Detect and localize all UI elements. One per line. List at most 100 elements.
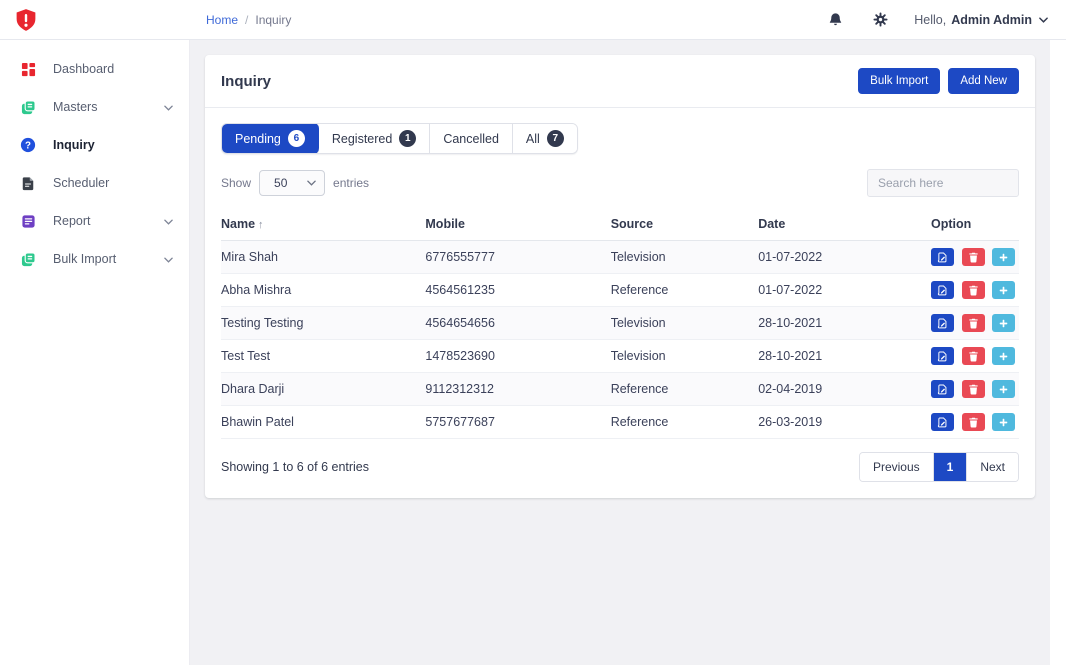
- delete-button[interactable]: [962, 413, 985, 431]
- add-new-button[interactable]: Add New: [948, 68, 1019, 94]
- tab-cancelled[interactable]: Cancelled: [430, 124, 513, 153]
- count-badge: 1: [399, 130, 416, 147]
- cell-source: Television: [611, 241, 759, 274]
- sidebar-item-label: Dashboard: [53, 62, 114, 76]
- cell-date: 02-04-2019: [758, 373, 931, 406]
- page-size-select[interactable]: 50: [259, 170, 325, 196]
- plus-icon: [998, 252, 1009, 263]
- delete-button[interactable]: [962, 314, 985, 332]
- add-button[interactable]: [992, 281, 1015, 299]
- sidebar-item-masters[interactable]: Masters: [0, 88, 189, 126]
- table-row: Testing Testing 4564654656 Television 28…: [221, 307, 1019, 340]
- file-edit-icon: [937, 318, 948, 329]
- file-edit-icon: [937, 351, 948, 362]
- shield-alert-logo-icon: [14, 6, 38, 34]
- page-size-control: Show 50 entries: [221, 170, 369, 196]
- table-controls: Show 50 entries: [221, 169, 1019, 197]
- breadcrumb-separator: /: [245, 13, 248, 27]
- entries-label: entries: [333, 176, 369, 190]
- notifications-button[interactable]: [824, 8, 847, 31]
- delete-button[interactable]: [962, 380, 985, 398]
- cell-options: [931, 340, 1019, 373]
- status-tab-group: Pending 6 Registered 1 Cancelled All 7: [221, 123, 578, 154]
- delete-button[interactable]: [962, 281, 985, 299]
- trash-icon: [968, 384, 979, 395]
- page-title: Inquiry: [221, 73, 271, 90]
- file-icon: [18, 176, 38, 191]
- cell-date: 28-10-2021: [758, 307, 931, 340]
- logo[interactable]: [0, 6, 190, 34]
- column-header-name[interactable]: Name↑: [221, 210, 425, 241]
- tab-all[interactable]: All 7: [513, 124, 577, 153]
- chevron-down-icon: [307, 180, 316, 186]
- column-header-mobile[interactable]: Mobile: [425, 210, 610, 241]
- cell-mobile: 6776555777: [425, 241, 610, 274]
- user-menu[interactable]: Hello, Admin Admin: [914, 13, 1048, 27]
- chevron-down-icon: [1039, 17, 1048, 23]
- card-body: Pending 6 Registered 1 Cancelled All 7: [205, 108, 1035, 498]
- table-row: Bhawin Patel 5757677687 Reference 26-03-…: [221, 406, 1019, 439]
- cell-mobile: 9112312312: [425, 373, 610, 406]
- add-button[interactable]: [992, 314, 1015, 332]
- svg-text:?: ?: [25, 140, 31, 151]
- sidebar-item-scheduler[interactable]: Scheduler: [0, 164, 189, 202]
- gear-icon: [873, 12, 888, 27]
- column-header-source[interactable]: Source: [611, 210, 759, 241]
- trash-icon: [968, 351, 979, 362]
- previous-page-button[interactable]: Previous: [860, 453, 934, 481]
- tab-label: Pending: [235, 132, 281, 146]
- add-button[interactable]: [992, 380, 1015, 398]
- bulk-import-button[interactable]: Bulk Import: [858, 68, 940, 94]
- column-header-date[interactable]: Date: [758, 210, 931, 241]
- next-page-button[interactable]: Next: [967, 453, 1018, 481]
- topbar-actions: Hello, Admin Admin: [824, 8, 1066, 31]
- table-row: Mira Shah 6776555777 Television 01-07-20…: [221, 241, 1019, 274]
- sidebar-item-report[interactable]: Report: [0, 202, 189, 240]
- card-header: Inquiry Bulk Import Add New: [205, 55, 1035, 108]
- file-edit-icon: [937, 417, 948, 428]
- search-input[interactable]: [867, 169, 1019, 197]
- tab-registered[interactable]: Registered 1: [319, 124, 430, 153]
- table-footer: Showing 1 to 6 of 6 entries Previous 1 N…: [221, 452, 1019, 482]
- grid-icon: [18, 62, 38, 77]
- sidebar-item-dashboard[interactable]: Dashboard: [0, 50, 189, 88]
- cell-name: Abha Mishra: [221, 274, 425, 307]
- count-badge: 7: [547, 130, 564, 147]
- settings-button[interactable]: [869, 8, 892, 31]
- tab-label: All: [526, 132, 540, 146]
- sidebar-item-inquiry[interactable]: ? Inquiry: [0, 126, 189, 164]
- cell-name: Dhara Darji: [221, 373, 425, 406]
- edit-button[interactable]: [931, 281, 954, 299]
- card-header-actions: Bulk Import Add New: [858, 68, 1019, 94]
- edit-button[interactable]: [931, 347, 954, 365]
- edit-button[interactable]: [931, 413, 954, 431]
- edit-button[interactable]: [931, 248, 954, 266]
- cell-options: [931, 373, 1019, 406]
- sidebar-item-label: Bulk Import: [53, 252, 116, 266]
- sort-ascending-icon: ↑: [258, 219, 264, 231]
- inquiry-table: Name↑ Mobile Source Date Option Mira Sha…: [221, 210, 1019, 439]
- tab-pending[interactable]: Pending 6: [221, 123, 320, 154]
- show-label: Show: [221, 176, 251, 190]
- add-button[interactable]: [992, 413, 1015, 431]
- trash-icon: [968, 417, 979, 428]
- delete-button[interactable]: [962, 248, 985, 266]
- inquiry-card: Inquiry Bulk Import Add New Pending 6 Re…: [205, 55, 1035, 498]
- edit-button[interactable]: [931, 314, 954, 332]
- breadcrumb-home-link[interactable]: Home: [206, 13, 238, 27]
- edit-button[interactable]: [931, 380, 954, 398]
- sidebar: Dashboard Masters ?: [0, 40, 190, 665]
- cell-source: Reference: [611, 373, 759, 406]
- plus-icon: [998, 417, 1009, 428]
- add-button[interactable]: [992, 248, 1015, 266]
- cell-mobile: 4564561235: [425, 274, 610, 307]
- column-header-option[interactable]: Option: [931, 210, 1019, 241]
- report-icon: [18, 214, 38, 229]
- page-number-button[interactable]: 1: [934, 453, 968, 481]
- entries-summary: Showing 1 to 6 of 6 entries: [221, 460, 369, 474]
- sidebar-item-bulk-import[interactable]: Bulk Import: [0, 240, 189, 278]
- add-button[interactable]: [992, 347, 1015, 365]
- user-name: Admin Admin: [951, 13, 1032, 27]
- greeting-text: Hello,: [914, 13, 946, 27]
- delete-button[interactable]: [962, 347, 985, 365]
